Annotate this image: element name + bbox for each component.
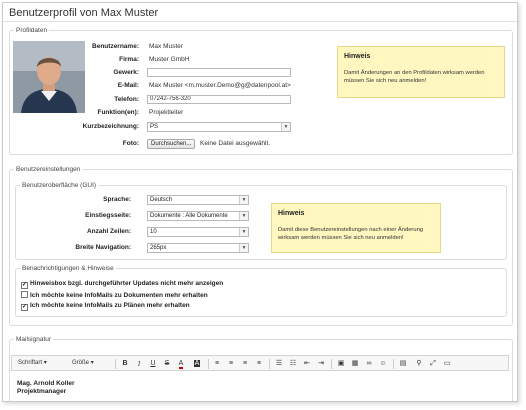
profile-window: Benutzerprofil von Max Muster Profildate… — [2, 2, 518, 402]
trade-label: Gewerk: — [113, 69, 139, 76]
chevron-down-icon: ▼ — [239, 196, 248, 204]
notification-label: Hinweisbox bzgl. durchgeführter Updates … — [30, 280, 224, 287]
toolbar-separator — [393, 359, 394, 369]
upload-status: Keine Datei ausgewählt. — [200, 140, 271, 147]
startpage-label: Einstiegsseite: — [85, 212, 131, 219]
search-icon[interactable]: ⚲ — [414, 359, 424, 369]
photo-label: Foto: — [122, 140, 139, 147]
text-color-icon[interactable]: A — [176, 359, 186, 369]
function-value: Projektleiter — [149, 109, 184, 116]
company-value: Muster GmbH — [149, 56, 190, 63]
email-value: Max Muster <m.muster.Demo@g@datenpool.at… — [149, 82, 291, 89]
rows-select[interactable]: 10 ▼ — [147, 227, 249, 237]
function-label: Funktion(en): — [97, 109, 139, 116]
profile-hint-title: Hinweis — [344, 53, 371, 60]
page-title: Benutzerprofil von Max Muster — [9, 7, 159, 19]
checkbox[interactable] — [21, 291, 28, 298]
bold-icon[interactable]: B — [120, 359, 130, 369]
language-select[interactable]: Deutsch ▼ — [147, 195, 249, 205]
startpage-select-value: Dokumente : Alle Dokumente — [150, 213, 228, 219]
username-label: Benutzername: — [92, 43, 139, 50]
align-left-icon[interactable]: ≡ — [212, 359, 222, 369]
browse-button[interactable]: Durchsuchen... — [147, 139, 196, 149]
chevron-down-icon: ▼ — [239, 228, 248, 236]
rows-label: Anzahl Zeilen: — [86, 228, 131, 235]
table-icon[interactable]: ▦ — [350, 359, 360, 369]
emoji-icon[interactable]: ☺ — [378, 359, 388, 369]
background-color-icon[interactable]: A — [192, 359, 202, 369]
profile-legend: Profildaten — [16, 27, 48, 34]
chevron-down-icon: ▾ — [90, 360, 94, 366]
shortname-select[interactable]: PS ▼ — [147, 122, 291, 132]
chevron-down-icon: ▼ — [239, 212, 248, 220]
language-label: Sprache: — [103, 196, 131, 203]
navwidth-select-value: 265px — [150, 245, 167, 251]
source-code-icon[interactable]: ▭ — [442, 359, 452, 369]
italic-icon[interactable]: I — [134, 359, 144, 369]
avatar-photo-icon — [13, 41, 85, 113]
phone-label: Telefon: — [114, 96, 139, 103]
settings-legend: Benutzereinstellungen — [16, 166, 81, 173]
image-icon[interactable]: ▣ — [336, 359, 346, 369]
toolbar-separator — [208, 359, 209, 369]
paste-icon[interactable]: ▤ — [398, 359, 408, 369]
username-value: Max Muster — [149, 43, 183, 50]
shortname-select-value: PS — [150, 124, 159, 130]
profile-hint-box: Hinweis Damit Änderungen an den Profilda… — [337, 46, 505, 98]
font-dropdown-label: Schriftart — [18, 360, 43, 366]
align-right-icon[interactable]: ≡ — [240, 359, 250, 369]
avatar — [13, 41, 85, 113]
font-dropdown[interactable]: Schriftart ▾ — [18, 359, 47, 366]
navwidth-label: Breite Navigation: — [75, 244, 131, 251]
fullscreen-icon[interactable]: ⤢ — [428, 359, 438, 369]
navwidth-select[interactable]: 265px ▼ — [147, 243, 249, 253]
link-icon[interactable]: ∞ — [364, 359, 374, 369]
notification-option[interactable]: ✓ Ich möchte keine InfoMails zu Plänen me… — [21, 302, 190, 311]
shortname-label: Kurzbezeichnung: — [82, 123, 139, 130]
profile-hint-line1: Damit Änderungen an den Profildaten wirk… — [344, 70, 485, 76]
align-center-icon[interactable]: ≡ — [226, 359, 236, 369]
indent-icon[interactable]: ⇥ — [316, 359, 326, 369]
title-divider — [3, 21, 517, 22]
notification-label: Ich möchte keine InfoMails zu Dokumenten… — [30, 292, 208, 299]
numbered-list-icon[interactable]: ☷ — [288, 359, 298, 369]
chevron-down-icon: ▼ — [281, 123, 290, 131]
toolbar-separator — [115, 359, 116, 369]
rows-select-value: 10 — [150, 229, 157, 235]
bullet-list-icon[interactable]: ☰ — [274, 359, 284, 369]
profile-hint-line2: müssen Sie sich neu anmelden! — [344, 78, 427, 84]
settings-hint-line2: wirksam werden müssen Sie sich neu anmel… — [278, 235, 404, 241]
size-dropdown[interactable]: Größe ▾ — [72, 359, 94, 366]
checkbox[interactable]: ✓ — [21, 304, 28, 311]
chevron-down-icon: ▼ — [239, 244, 248, 252]
signature-line-title: Projektmanager — [17, 388, 67, 395]
settings-hint-line1: Damit diese Benutzereinstellungen nach e… — [278, 227, 424, 233]
gui-legend: Benutzeroberfläche (GUI) — [22, 182, 97, 189]
notification-option[interactable]: ✓ Hinweisbox bzgl. durchgeführter Updates… — [21, 280, 223, 289]
underline-icon[interactable]: U — [148, 359, 158, 369]
size-dropdown-label: Größe — [72, 360, 90, 366]
company-label: Firma: — [119, 56, 139, 63]
email-label: E-Mail: — [117, 82, 139, 89]
settings-hint-title: Hinweis — [278, 210, 305, 217]
trade-input[interactable] — [147, 68, 291, 77]
language-select-value: Deutsch — [150, 197, 173, 203]
phone-input[interactable]: 07242-756-320 — [147, 95, 291, 104]
checkbox[interactable]: ✓ — [21, 282, 28, 289]
signature-line-name: Mag. Arnold Koller — [17, 380, 75, 387]
mail-legend: Mailsignatur — [16, 336, 52, 343]
notifications-legend: Benachrichtigungen & Hinweise — [22, 265, 114, 272]
align-justify-icon[interactable]: ≡ — [254, 359, 264, 369]
notification-option[interactable]: Ich möchte keine InfoMails zu Dokumenten… — [21, 291, 208, 300]
outdent-icon[interactable]: ⇤ — [302, 359, 312, 369]
strikethrough-icon[interactable]: S — [162, 359, 172, 369]
chevron-down-icon: ▾ — [43, 360, 47, 366]
startpage-select[interactable]: Dokumente : Alle Dokumente ▼ — [147, 211, 249, 221]
toolbar-separator — [269, 359, 270, 369]
notification-label: Ich möchte keine InfoMails zu Plänen meh… — [30, 302, 190, 309]
settings-hint-box: Hinweis Damit diese Benutzereinstellunge… — [271, 203, 441, 253]
toolbar-separator — [331, 359, 332, 369]
editor-toolbar: Schriftart ▾ Größe ▾ B I U S A A ≡ ≡ ≡ ≡… — [11, 355, 509, 371]
